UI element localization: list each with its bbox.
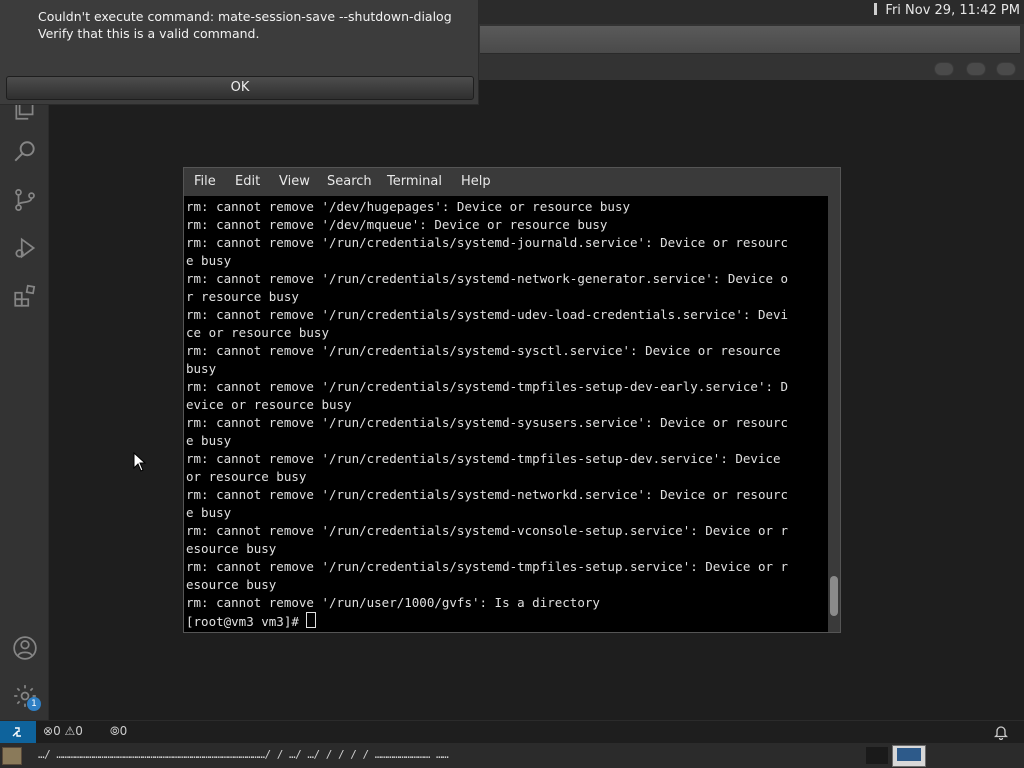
terminal-line: rm: cannot remove '/dev/mqueue': Device … [186,217,608,232]
error-dialog: Couldn't execute command: mate-session-s… [0,0,479,105]
clock-text: Fri Nov 29, 11:42 PM [885,3,1020,18]
accounts-icon[interactable] [12,635,38,661]
status-bar: ⊗0 ⚠0 ⦾0 [0,720,1024,743]
terminal-window[interactable]: File Edit View Search Terminal Help rm: … [183,167,841,633]
terminal-line: r resource busy [186,289,299,304]
terminal-line: rm: cannot remove '/run/credentials/syst… [186,343,789,358]
minimize-button[interactable] [934,62,954,76]
remote-indicator-button[interactable] [0,721,36,743]
error-count: 0 [53,724,61,738]
terminal-line: or resource busy [186,469,307,484]
error-icon: ⊗ [43,724,54,738]
ok-button[interactable]: OK [6,76,474,100]
problems-indicator[interactable]: ⊗0 ⚠0 [43,724,83,738]
titlebar-strip [480,26,1020,54]
terminal-line: ce or resource busy [186,325,329,340]
monitor-screen [897,748,921,761]
terminal-line: e busy [186,433,232,448]
terminal-line: e busy [186,253,232,268]
remote-icon [12,727,21,737]
terminal-line: esource busy [186,577,277,592]
extensions-icon[interactable] [12,283,38,309]
menu-file[interactable]: File [194,174,216,189]
ports-indicator[interactable]: ⦾0 [110,724,127,739]
terminal-line: rm: cannot remove '/run/credentials/syst… [186,235,789,250]
warning-count: 0 [75,724,83,738]
background-window-titlebar [478,24,1024,80]
dialog-message-secondary: Verify that this is a valid command. [38,26,260,41]
workspace-monitor-icon[interactable] [892,745,926,767]
terminal-line: esource busy [186,541,277,556]
window-list[interactable]: …/ …………………………………………………………………………………………/ /… [38,748,864,761]
terminal-output[interactable]: rm: cannot remove '/dev/hugepages': Devi… [186,198,826,630]
terminal-line: e busy [186,505,232,520]
menu-view[interactable]: View [279,174,310,189]
clock[interactable]: Fri Nov 29, 11:42 PM [874,3,1020,18]
terminal-line: rm: cannot remove '/run/credentials/syst… [186,487,789,502]
terminal-prompt-line[interactable]: [root@vm3 vm3]# [186,612,826,630]
notifications-bell-icon[interactable] [993,724,1009,744]
terminal-scrollbar-thumb[interactable] [830,576,838,616]
warning-icon: ⚠ [64,724,76,738]
close-button[interactable] [996,62,1016,76]
terminal-line: busy [186,361,217,376]
terminal-line: rm: cannot remove '/run/credentials/syst… [186,379,789,394]
broadcast-icon: ⦾ [110,724,120,738]
search-icon[interactable] [12,139,38,165]
terminal-prompt: [root@vm3 vm3]# [186,614,307,629]
maximize-button[interactable] [966,62,986,76]
show-desktop-icon[interactable] [2,747,22,765]
ports-count: 0 [119,724,128,738]
terminal-line: rm: cannot remove '/run/credentials/syst… [186,559,789,574]
terminal-line: rm: cannot remove '/run/user/1000/gvfs':… [186,595,600,610]
terminal-line: rm: cannot remove '/dev/hugepages': Devi… [186,199,631,214]
activity-bar [0,80,49,720]
panel-separator-icon [874,3,878,15]
terminal-menubar: File Edit View Search Terminal Help [184,168,840,196]
menu-search[interactable]: Search [327,174,372,189]
terminal-line: rm: cannot remove '/run/credentials/syst… [186,451,789,466]
bottom-taskbar: …/ …………………………………………………………………………………………/ /… [0,743,1024,768]
settings-badge: 1 [27,697,41,711]
source-control-icon[interactable] [12,187,38,213]
workspace-switcher-cell[interactable] [866,747,888,764]
menu-help[interactable]: Help [461,174,491,189]
run-debug-icon[interactable] [12,235,38,261]
mouse-pointer-icon [133,451,147,476]
terminal-line: rm: cannot remove '/run/credentials/syst… [186,523,789,538]
terminal-line: rm: cannot remove '/run/credentials/syst… [186,271,789,286]
terminal-line: rm: cannot remove '/run/credentials/syst… [186,307,789,322]
terminal-line: rm: cannot remove '/run/credentials/syst… [186,415,789,430]
menu-edit[interactable]: Edit [235,174,260,189]
terminal-scrollbar[interactable] [828,196,840,632]
menu-terminal[interactable]: Terminal [387,174,442,189]
dialog-message-primary: Couldn't execute command: mate-session-s… [38,9,452,24]
terminal-cursor [306,612,317,628]
terminal-line: evice or resource busy [186,397,352,412]
